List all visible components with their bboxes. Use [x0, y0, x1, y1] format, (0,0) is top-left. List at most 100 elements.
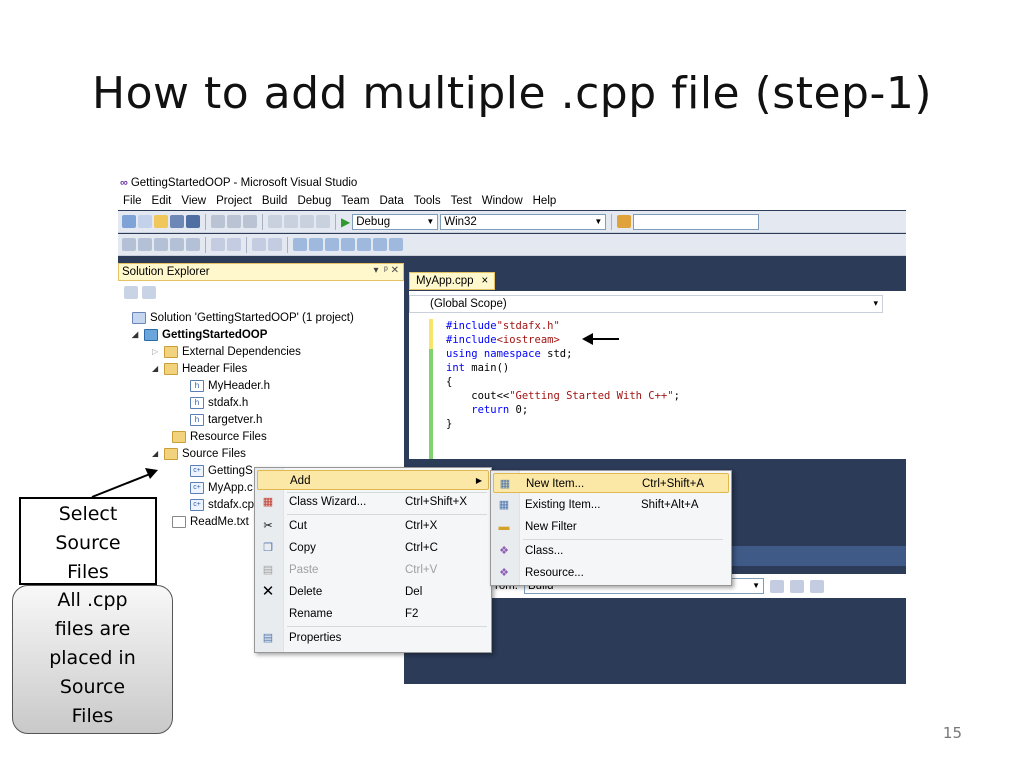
tree-item-targetver[interactable]: h targetver.h [190, 411, 262, 428]
navigate-backward-icon[interactable] [300, 215, 314, 228]
tree-item-project[interactable]: ◢ GettingStartedOOP [132, 326, 267, 343]
chevron-down-icon: ▼ [752, 581, 760, 590]
display-object-member-list-icon[interactable] [122, 238, 136, 251]
menu-item-properties[interactable]: ▤ Properties [257, 628, 489, 648]
menu-bar: File Edit View Project Build Debug Team … [118, 192, 906, 210]
increase-indent-icon[interactable] [227, 238, 241, 251]
menu-debug[interactable]: Debug [292, 192, 336, 210]
tree-item-readme[interactable]: ReadMe.txt [172, 513, 249, 530]
panel-controls-icon[interactable]: ▾ ᵖ ✕ [373, 265, 399, 276]
clear-all-icon[interactable] [790, 579, 804, 593]
word-wrap-icon[interactable] [810, 579, 824, 593]
display-parameter-info-icon[interactable] [138, 238, 152, 251]
copy-icon[interactable] [227, 215, 241, 228]
show-all-files-icon[interactable] [142, 285, 156, 299]
collapse-triangle-icon[interactable]: ◢ [152, 364, 164, 373]
new-project-icon[interactable] [122, 215, 136, 228]
solution-configuration-dropdown[interactable]: Debug ▼ [352, 213, 439, 230]
solution-platform-dropdown[interactable]: Win32 ▼ [440, 213, 607, 230]
menu-item-class-wizard[interactable]: ▦ Class Wizard... Ctrl+Shift+X [257, 492, 489, 512]
redo-icon[interactable] [284, 215, 298, 228]
class-icon: ❖ [499, 545, 509, 557]
collapse-triangle-icon[interactable]: ◢ [152, 449, 164, 458]
delete-icon: ✕ [261, 583, 275, 600]
toolbar-separator [287, 236, 288, 253]
tree-item-external-dependencies[interactable]: ▷ External Dependencies [152, 343, 301, 360]
source-code: #include"stdafx.h" #include<iostream> us… [446, 319, 680, 431]
menu-item-cut[interactable]: ✂ Cut Ctrl+X [257, 516, 489, 536]
uncomment-icon[interactable] [268, 238, 282, 251]
cut-icon[interactable] [211, 215, 225, 228]
save-icon[interactable] [170, 215, 184, 228]
properties-icon[interactable] [124, 285, 138, 299]
tree-item-label: External Dependencies [182, 345, 301, 358]
scope-dropdown[interactable]: (Global Scope) ▾ [409, 295, 883, 313]
text-editor-toolbar [118, 234, 906, 256]
tab-myapp-cpp[interactable]: MyApp.cpp × [409, 272, 496, 290]
class-wizard-icon: ▦ [262, 496, 274, 508]
toggle-bookmark-icon[interactable] [293, 238, 307, 251]
next-bookmark-icon[interactable] [325, 238, 339, 251]
menu-edit[interactable]: Edit [147, 192, 177, 210]
close-icon[interactable]: × [482, 275, 489, 287]
next-bookmark-in-folder-icon[interactable] [357, 238, 371, 251]
menu-build[interactable]: Build [257, 192, 293, 210]
menu-team[interactable]: Team [336, 192, 374, 210]
resource-icon: ❖ [499, 567, 509, 579]
tree-item-resource-files[interactable]: Resource Files [172, 428, 267, 445]
previous-bookmark-in-folder-icon[interactable] [341, 238, 355, 251]
menu-item-paste[interactable]: ▤ Paste Ctrl+V [257, 560, 489, 580]
menu-item-existing-item[interactable]: ▦ Existing Item... Shift+Alt+A [493, 495, 729, 515]
expand-triangle-icon[interactable]: ▷ [152, 347, 164, 356]
code-line: #include"stdafx.h" [446, 320, 560, 332]
toolbar-options-icon[interactable] [389, 238, 403, 251]
menu-test[interactable]: Test [446, 192, 477, 210]
find-message-icon[interactable] [770, 579, 784, 593]
comment-out-icon[interactable] [252, 238, 266, 251]
tree-item-stdafx-h[interactable]: h stdafx.h [190, 394, 248, 411]
tree-item-myheader[interactable]: h MyHeader.h [190, 377, 270, 394]
menu-item-new-item[interactable]: ▦ New Item... Ctrl+Shift+A [493, 473, 729, 493]
menu-tools[interactable]: Tools [409, 192, 446, 210]
menu-help[interactable]: Help [528, 192, 562, 210]
menu-item-add[interactable]: Add ▶ [257, 470, 489, 490]
tree-item-stdafx-cpp[interactable]: c+ stdafx.cp [190, 496, 254, 513]
menu-data[interactable]: Data [374, 192, 408, 210]
menu-item-delete[interactable]: ✕ Delete Del [257, 582, 489, 602]
find-input[interactable] [633, 213, 760, 230]
platform-value: Win32 [444, 215, 477, 228]
display-quick-info-icon[interactable] [154, 238, 168, 251]
tree-item-gettingstarted-cpp[interactable]: c+ GettingS [190, 462, 253, 479]
clear-bookmarks-icon[interactable] [373, 238, 387, 251]
tree-item-myapp-cpp[interactable]: c+ MyApp.c [190, 479, 253, 496]
display-word-completion-icon[interactable] [170, 238, 184, 251]
menu-item-rename[interactable]: Rename F2 [257, 604, 489, 624]
navigate-forward-icon[interactable] [316, 215, 330, 228]
tree-item-header-files[interactable]: ◢ Header Files [152, 360, 247, 377]
tree-item-solution[interactable]: Solution 'GettingStartedOOP' (1 project) [132, 309, 354, 326]
previous-bookmark-icon[interactable] [309, 238, 323, 251]
menu-item-resource[interactable]: ❖ Resource... [493, 563, 729, 583]
menu-file[interactable]: File [118, 192, 147, 210]
open-file-icon[interactable] [154, 215, 168, 228]
menu-view[interactable]: View [176, 192, 211, 210]
collapse-triangle-icon[interactable]: ◢ [132, 330, 144, 339]
solution-icon [132, 311, 146, 324]
indent-icon[interactable] [186, 238, 200, 251]
menu-item-class[interactable]: ❖ Class... [493, 541, 729, 561]
window-title: GettingStartedOOP - Microsoft Visual Stu… [130, 177, 358, 189]
tree-item-source-files[interactable]: ◢ Source Files [152, 445, 246, 462]
add-item-icon[interactable] [138, 215, 152, 228]
save-all-icon[interactable] [186, 215, 200, 228]
menu-item-copy[interactable]: ❐ Copy Ctrl+C [257, 538, 489, 558]
decrease-indent-icon[interactable] [211, 238, 225, 251]
menu-item-new-filter[interactable]: ▬ New Filter [493, 517, 729, 537]
menu-window[interactable]: Window [477, 192, 528, 210]
start-debugging-icon[interactable]: ▶ [341, 215, 350, 229]
paste-icon[interactable] [243, 215, 257, 228]
toolbar-separator [205, 236, 206, 253]
menu-project[interactable]: Project [211, 192, 257, 210]
visual-studio-logo-icon: ∞ [120, 177, 128, 189]
find-in-files-icon[interactable] [617, 215, 632, 228]
undo-icon[interactable] [268, 215, 282, 228]
